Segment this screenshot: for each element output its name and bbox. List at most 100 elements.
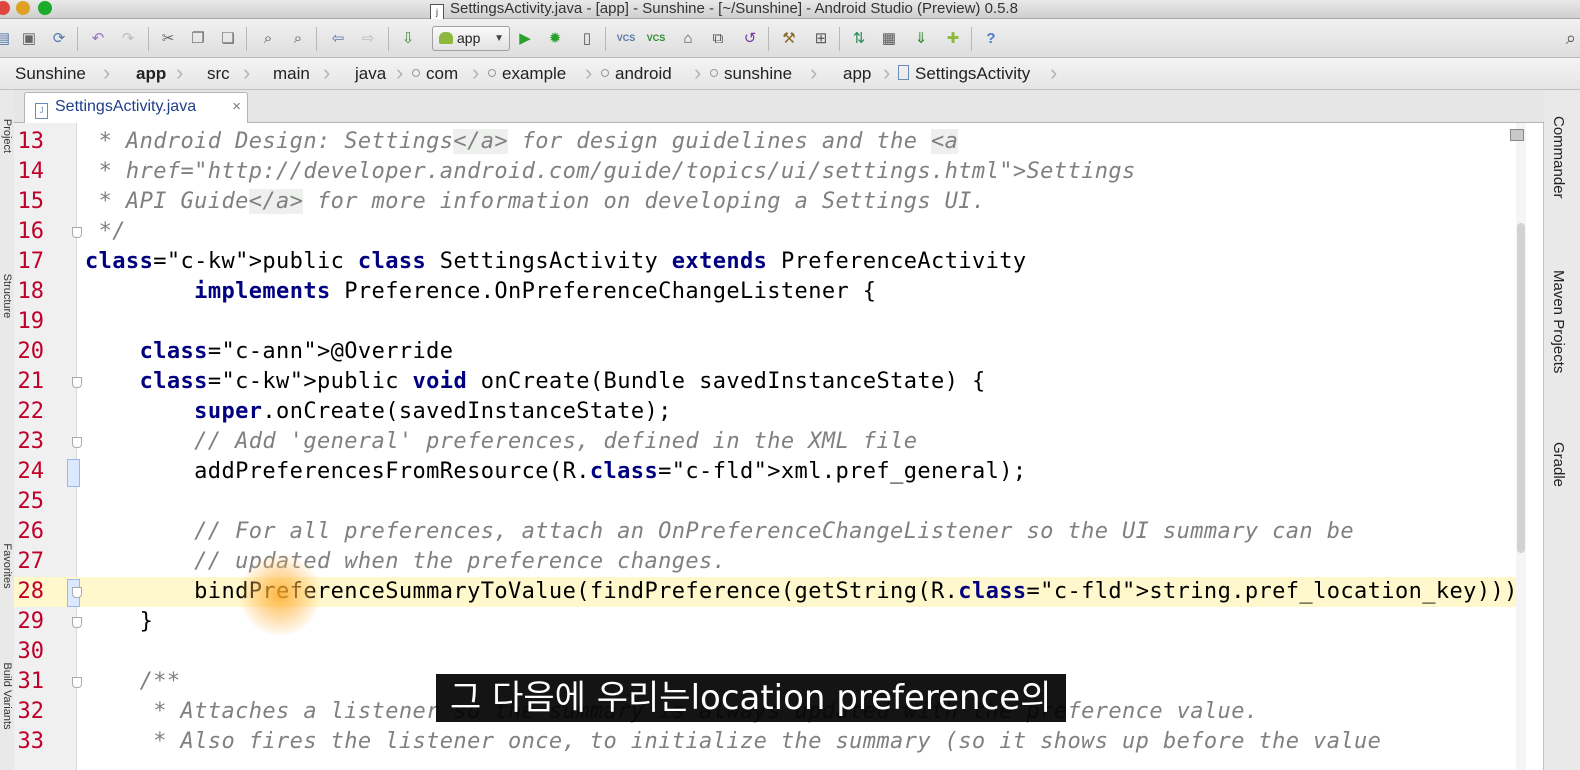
redo-icon[interactable]: ↷ [119, 29, 137, 47]
make-icon[interactable]: ⇩ [399, 29, 417, 47]
code-line[interactable]: 28 bindPreferenceSummaryToValue(findPref… [14, 577, 1526, 607]
breadcrumb-example[interactable]: example [488, 58, 566, 89]
line-number: 33 [17, 729, 45, 754]
breadcrumb-com[interactable]: com [412, 58, 458, 89]
cut-icon[interactable]: ✂ [159, 29, 177, 47]
fold-icon[interactable] [72, 227, 82, 238]
breadcrumb-settingsactivity[interactable]: SettingsActivity [898, 58, 1030, 89]
gradle-sync-icon[interactable]: ⇅ [850, 29, 868, 47]
avd-icon[interactable]: ⌂ [679, 29, 697, 47]
vcs-update-icon[interactable]: VCS [617, 29, 636, 47]
window-zoom-button[interactable] [38, 1, 52, 15]
android-device-icon[interactable]: ✚ [944, 29, 962, 47]
breadcrumb-sunshine[interactable]: Sunshine [15, 58, 86, 89]
code-line[interactable]: 23 // Add 'general' preferences, defined… [14, 427, 1526, 457]
run-configuration-label: app [457, 30, 481, 46]
code-line[interactable]: 29 } [14, 607, 1526, 637]
run-icon[interactable]: ▶ [516, 29, 534, 47]
fold-icon[interactable] [72, 617, 82, 628]
chevron-down-icon: ▼ [494, 33, 504, 44]
debug-icon[interactable]: ✹ [546, 29, 564, 47]
find-icon[interactable]: ⌕ [259, 29, 277, 47]
code-line[interactable]: 33 * Also fires the listener once, to in… [14, 727, 1526, 757]
favorites-tool-button[interactable]: Favorites [1, 519, 13, 613]
breadcrumb-java[interactable]: java [355, 58, 386, 89]
sdk-manager-icon[interactable]: ⇓ [912, 29, 930, 47]
settings-icon[interactable]: ⚒ [780, 29, 798, 47]
code-text: // Add 'general' preferences, defined in… [85, 429, 918, 454]
fold-icon[interactable] [72, 377, 82, 388]
breadcrumb-sunshine-pkg[interactable]: sunshine [710, 58, 792, 89]
undo-icon[interactable]: ↶ [89, 29, 107, 47]
paste-icon[interactable]: ❏ [219, 29, 237, 47]
code-line[interactable]: 15 * API Guide</a> for more information … [14, 187, 1526, 217]
attach-icon[interactable]: ▯ [578, 29, 596, 47]
java-file-icon: J [35, 103, 48, 119]
breadcrumb-src[interactable]: src [207, 58, 230, 89]
code-text: bindPreferenceSummaryToValue(findPrefere… [85, 577, 1526, 607]
code-editor[interactable]: 13 * Android Design: Settings</a> for de… [14, 123, 1526, 770]
sdk-icon[interactable]: ⧉ [709, 29, 727, 47]
package-icon [710, 69, 718, 77]
android-icon [439, 32, 453, 44]
breadcrumb-app-pkg[interactable]: app [843, 58, 871, 89]
code-line[interactable]: 14 * href="http://developer.android.com/… [14, 157, 1526, 187]
code-line[interactable]: 18 implements Preference.OnPreferenceCha… [14, 277, 1526, 307]
line-number: 28 [17, 579, 45, 604]
code-line[interactable]: 24 addPreferencesFromResource(R.class="c… [14, 457, 1526, 487]
code-line[interactable]: 20 class="c-ann">@Override [14, 337, 1526, 367]
sync-icon[interactable]: ⟳ [50, 29, 68, 47]
window-title: j SettingsActivity.java - [app] - Sunshin… [430, 0, 1018, 20]
run-configuration-select[interactable]: app ▼ [432, 26, 510, 51]
video-subtitle: 그 다음에 우리는location preference의 [436, 674, 1066, 722]
code-line[interactable]: 25 [14, 487, 1526, 517]
line-number: 27 [17, 549, 45, 574]
scrollbar-thumb[interactable] [1517, 223, 1525, 553]
code-line[interactable]: 13 * Android Design: Settings</a> for de… [14, 127, 1526, 157]
code-line[interactable]: 19 [14, 307, 1526, 337]
fold-icon[interactable] [72, 437, 82, 448]
code-line[interactable]: 16 */ [14, 217, 1526, 247]
maven-projects-tool-button[interactable]: Maven Projects [1550, 270, 1567, 373]
vcs-commit-icon[interactable]: VCS [647, 29, 666, 47]
window-minimize-button[interactable] [16, 1, 30, 15]
title-bar: j SettingsActivity.java - [app] - Sunshin… [0, 0, 1580, 20]
code-line[interactable]: 30 [14, 637, 1526, 667]
code-line[interactable]: 22 super.onCreate(savedInstanceState); [14, 397, 1526, 427]
code-text: super.onCreate(savedInstanceState); [194, 399, 672, 424]
window-close-button[interactable] [0, 1, 10, 15]
project-tool-button[interactable]: Project [1, 89, 13, 183]
back-icon[interactable]: ⇦ [329, 29, 347, 47]
code-line[interactable]: 26 // For all preferences, attach an OnP… [14, 517, 1526, 547]
build-variants-tool-button[interactable]: Build Variants [1, 649, 13, 743]
structure-icon[interactable]: ⊞ [812, 29, 830, 47]
breadcrumb-main[interactable]: main [273, 58, 310, 89]
replace-icon[interactable]: ⌕ [289, 29, 307, 47]
monitor-icon[interactable]: ▦ [880, 29, 898, 47]
breadcrumb-android[interactable]: android [601, 58, 672, 89]
copy-icon[interactable]: ❐ [189, 29, 207, 47]
code-line[interactable]: 27 // updated when the preference change… [14, 547, 1526, 577]
open-icon[interactable]: ▤ [0, 29, 12, 47]
fold-icon[interactable] [72, 587, 82, 598]
breadcrumb-app[interactable]: app [136, 58, 166, 89]
tab-settingsactivity-java[interactable]: J SettingsActivity.java × [24, 92, 248, 123]
save-icon[interactable]: ▣ [20, 29, 38, 47]
commander-tool-button[interactable]: Commander [1550, 116, 1567, 199]
line-number: 26 [17, 519, 45, 544]
help-icon[interactable]: ? [982, 29, 1000, 47]
close-icon[interactable]: × [232, 93, 241, 121]
gradle-tool-button[interactable]: Gradle [1550, 442, 1567, 487]
fold-icon[interactable] [72, 677, 82, 688]
revert-icon[interactable]: ↺ [741, 29, 759, 47]
vertical-scrollbar[interactable] [1510, 123, 1526, 770]
editor-tab-bar: J SettingsActivity.java × [14, 90, 1544, 123]
code-line[interactable]: 21 class="c-kw">public void onCreate(Bun… [14, 367, 1526, 397]
search-icon[interactable]: ⌕ [1566, 28, 1576, 49]
structure-tool-button[interactable]: Structure [1, 249, 13, 343]
code-text: /** [85, 669, 181, 694]
code-text: class="c-kw">public class SettingsActivi… [85, 249, 1027, 274]
code-text: * API Guide</a> for more information on … [85, 189, 986, 214]
forward-icon[interactable]: ⇨ [359, 29, 377, 47]
code-line[interactable]: 17 class="c-kw">public class SettingsActi… [14, 247, 1526, 277]
